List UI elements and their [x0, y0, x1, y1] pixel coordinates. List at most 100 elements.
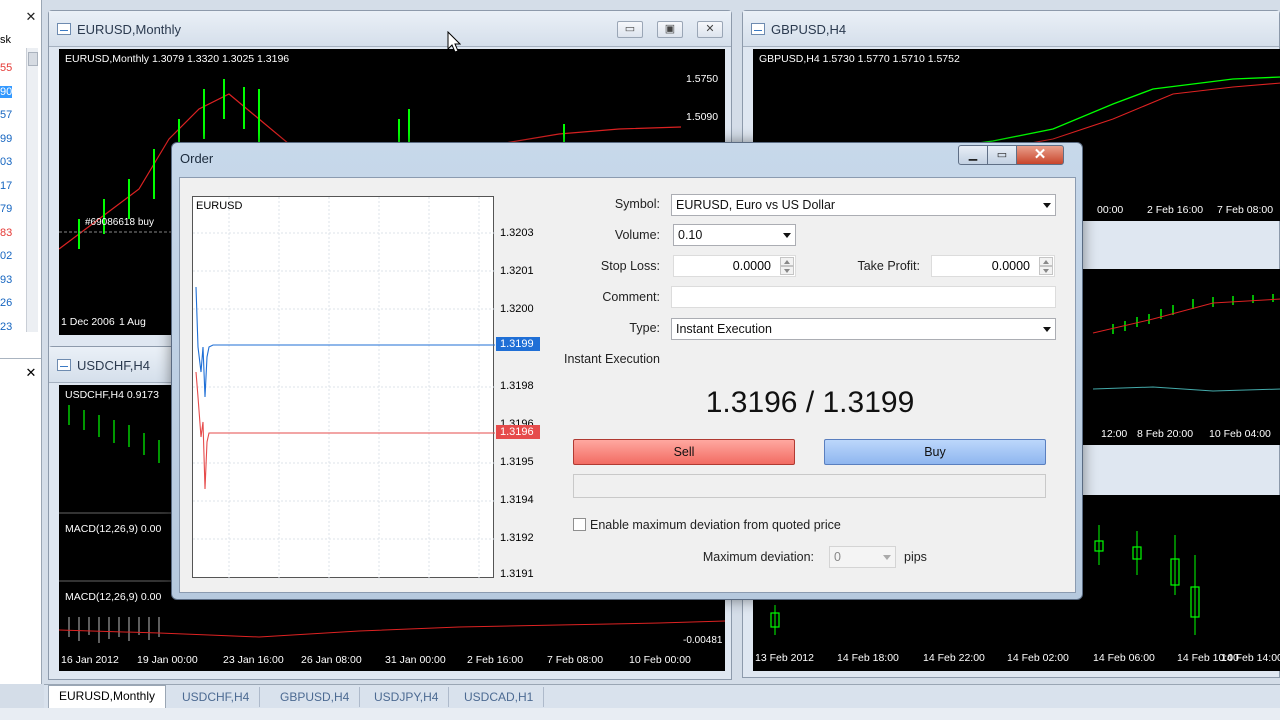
spin-up-icon[interactable] — [1039, 257, 1053, 266]
max-deviation-value: 0 — [834, 550, 841, 564]
market-watch-price[interactable]: 26 — [0, 297, 12, 309]
ask-price-marker: 1.3199 — [496, 337, 540, 351]
symbol-select[interactable]: EURUSD, Euro vs US Dollar — [671, 194, 1056, 216]
tab-gbpusd-h4[interactable]: GBPUSD,H4 — [270, 687, 361, 707]
volume-label: Volume: — [614, 228, 660, 242]
order-type-value: Instant Execution — [676, 322, 772, 336]
spin-down-icon[interactable] — [1039, 266, 1053, 275]
divider — [0, 358, 41, 359]
date-tick: 1 Dec 2006 — [61, 316, 115, 328]
window-title: GBPUSD,H4 — [771, 22, 847, 37]
market-watch-scrollbar[interactable] — [26, 48, 38, 332]
chart-window-icon — [751, 23, 765, 35]
window-titlebar[interactable]: EURUSD,Monthly ▭ ▣ ✕ — [49, 11, 731, 47]
price-tick: 1.3194 — [500, 494, 534, 506]
stop-loss-value: 0.0000 — [732, 259, 771, 273]
market-watch-price[interactable]: 17 — [0, 180, 12, 192]
chart-ohlc-label: GBPUSD,H4 1.5730 1.5770 1.5710 1.5752 — [759, 53, 960, 65]
price-tick: 1.3198 — [500, 380, 534, 392]
message-bar — [573, 474, 1046, 498]
take-profit-label: Take Profit: — [857, 259, 920, 273]
minimize-button[interactable]: ▭ — [617, 21, 643, 38]
date-tick: 14 Feb 02:00 — [1007, 652, 1069, 664]
tab-usdchf-h4[interactable]: USDCHF,H4 — [172, 687, 261, 707]
close-icon[interactable]: ✕ — [24, 10, 38, 24]
order-tag-label: #69086618 buy — [85, 217, 154, 228]
max-deviation-input[interactable]: 0 — [829, 546, 896, 568]
date-tick: 7 Feb 08:00 — [1217, 204, 1274, 216]
tab-usdjpy-h4[interactable]: USDJPY,H4 — [364, 687, 450, 707]
tick-chart[interactable]: EURUSD — [192, 196, 495, 579]
comment-input[interactable] — [671, 286, 1056, 308]
date-tick: 1 Aug — [119, 316, 146, 328]
dialog-close-button[interactable]: ✕ — [1016, 145, 1064, 165]
price-tick: 1.3192 — [500, 532, 534, 544]
market-watch-price[interactable]: 93 — [0, 274, 12, 286]
tab-usdcad-h1[interactable]: USDCAD,H1 — [454, 687, 545, 707]
date-tick: 8 Feb 20:00 — [1137, 428, 1194, 440]
date-tick: 14 Feb 22:00 — [923, 652, 985, 664]
dialog-maximize-button[interactable]: ▭ — [987, 145, 1017, 165]
market-watch-price[interactable]: 83 — [0, 227, 12, 239]
date-tick: 31 Jan 00:00 — [385, 654, 446, 666]
macd-label: MACD(12,26,9) 0.00 — [65, 591, 162, 603]
price-tick: 1.3203 — [500, 227, 534, 239]
chart-tabs: EURUSD,Monthly USDCHF,H4 GBPUSD,H4 USDJP… — [44, 684, 1280, 708]
date-tick: 14 Feb 06:00 — [1093, 652, 1155, 664]
scrollbar-thumb[interactable] — [28, 52, 38, 66]
take-profit-stepper[interactable]: 0.0000 — [931, 255, 1055, 277]
date-tick: 00:00 — [1097, 204, 1124, 216]
tab-eurusd-monthly[interactable]: EURUSD,Monthly — [48, 685, 167, 708]
macd-label: MACD(12,26,9) 0.00 — [65, 523, 162, 535]
date-tick: 10 Feb 00:00 — [629, 654, 691, 666]
sell-button[interactable]: Sell — [573, 439, 795, 465]
max-deviation-checkbox-label[interactable]: Enable maximum deviation from quoted pri… — [590, 518, 841, 532]
volume-select-value: 0.10 — [678, 228, 703, 242]
price-tick: 1.5090 — [686, 111, 719, 123]
chart-window-icon — [57, 359, 71, 371]
type-label: Type: — [629, 321, 660, 335]
market-watch-price[interactable]: 03 — [0, 156, 12, 168]
window-titlebar[interactable]: GBPUSD,H4 — [743, 11, 1279, 47]
window-title: EURUSD,Monthly — [77, 22, 182, 37]
dialog-minimize-button[interactable]: ▁ — [958, 145, 988, 165]
market-watch-price[interactable]: 02 — [0, 250, 12, 262]
symbol-select-value: EURUSD, Euro vs US Dollar — [676, 198, 836, 212]
tick-chart-plot — [193, 197, 495, 579]
spin-down-icon[interactable] — [780, 266, 794, 275]
date-tick: 26 Jan 08:00 — [301, 654, 362, 666]
close-icon[interactable]: ✕ — [24, 366, 38, 380]
status-bar — [0, 708, 1280, 720]
stop-loss-stepper[interactable]: 0.0000 — [673, 255, 796, 277]
close-button[interactable]: ✕ — [697, 21, 723, 38]
market-watch-header: sk — [0, 34, 11, 46]
market-watch-price[interactable]: 55 — [0, 62, 12, 74]
price-tick: 1.3201 — [500, 265, 534, 277]
date-tick: 14 Feb 14:00 — [1221, 652, 1280, 664]
section-label: Instant Execution — [564, 352, 660, 366]
market-watch-price[interactable]: 90 — [0, 85, 12, 98]
bid-price-marker: 1.3196 — [496, 425, 540, 439]
max-deviation-label: Maximum deviation: — [702, 550, 814, 564]
buy-button[interactable]: Buy — [824, 439, 1046, 465]
time-axis: 13 Feb 2012 14 Feb 18:00 14 Feb 22:00 14… — [753, 647, 1280, 671]
market-watch-price[interactable]: 57 — [0, 109, 12, 121]
date-tick: 12:00 — [1101, 428, 1128, 440]
chevron-down-icon — [883, 555, 891, 560]
date-tick: 7 Feb 08:00 — [547, 654, 604, 666]
volume-select[interactable]: 0.10 — [673, 224, 796, 246]
maximize-button[interactable]: ▣ — [657, 21, 683, 38]
max-deviation-checkbox[interactable] — [573, 518, 586, 531]
date-tick: 14 Feb 18:00 — [837, 652, 899, 664]
order-type-select[interactable]: Instant Execution — [671, 318, 1056, 340]
market-watch-price[interactable]: 23 — [0, 321, 12, 333]
comment-label: Comment: — [602, 290, 660, 304]
price-tick: 1.3200 — [500, 303, 534, 315]
date-tick: 10 Feb 04:00 — [1209, 428, 1271, 440]
date-tick: 13 Feb 2012 — [755, 652, 814, 664]
market-watch-price[interactable]: 99 — [0, 133, 12, 145]
chart-window-icon — [57, 23, 71, 35]
market-watch-price[interactable]: 79 — [0, 203, 12, 215]
spin-up-icon[interactable] — [780, 257, 794, 266]
date-tick: 16 Jan 2012 — [61, 654, 119, 666]
